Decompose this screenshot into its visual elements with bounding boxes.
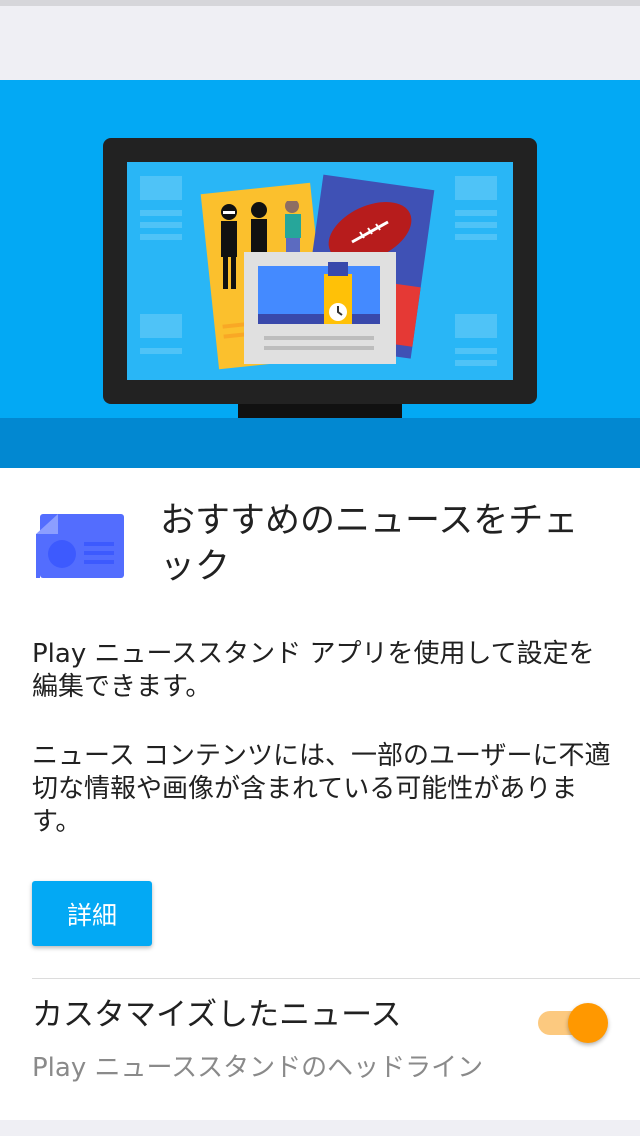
newsstand-icon <box>36 514 124 578</box>
bottom-area <box>0 1120 640 1136</box>
card-headline: おすすめのニュースをチェック <box>160 501 579 587</box>
setting-title: カスタマイズしたニュース <box>32 997 402 1033</box>
news-settings-screen: おすすめのニュースをチェック Play ニューススタンド アプリを使用して設定を… <box>0 0 640 1136</box>
description-settings: Play ニューススタンド アプリを使用して設定を編集できます。 <box>32 639 595 702</box>
setting-subtitle: Play ニューススタンドのヘッドライン <box>32 1053 484 1083</box>
customized-news-setting[interactable]: カスタマイズしたニュース Play ニューススタンドのヘッドライン <box>0 979 640 1120</box>
top-bar <box>0 0 640 80</box>
tv-newspapers-illustration <box>0 138 640 468</box>
news-card: おすすめのニュースをチェック Play ニューススタンド アプリを使用して設定を… <box>0 468 640 1120</box>
toggle-thumb <box>568 1003 608 1043</box>
description-warning: ニュース コンテンツには、一部のユーザーに不適切な情報や画像が含まれている可能性… <box>32 741 611 837</box>
customized-news-toggle[interactable] <box>534 1001 612 1045</box>
details-button[interactable]: 詳細 <box>32 881 152 946</box>
hero-illustration <box>0 80 640 468</box>
